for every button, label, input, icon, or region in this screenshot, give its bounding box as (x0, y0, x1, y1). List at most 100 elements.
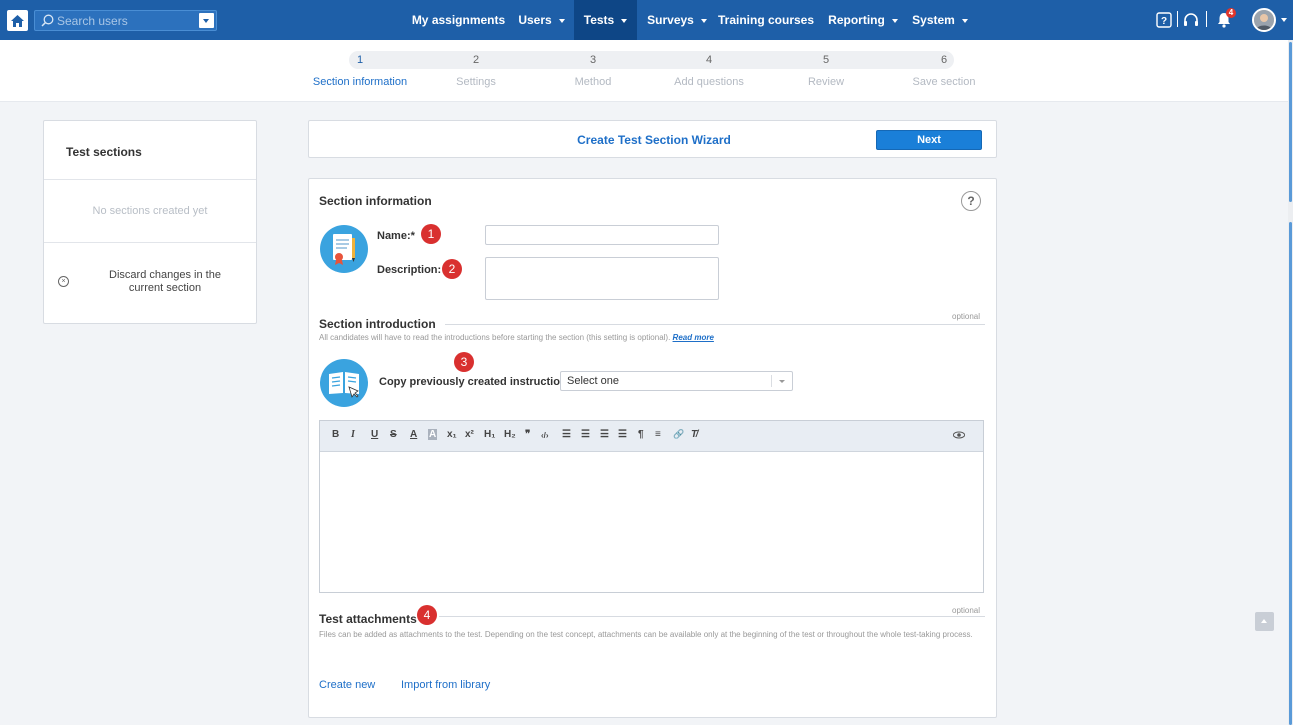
scroll-to-top-button[interactable] (1255, 612, 1274, 631)
user-photo-icon (1254, 10, 1274, 30)
indent-button[interactable]: ☰ (618, 429, 627, 440)
user-search-box (34, 10, 217, 31)
step-1-label[interactable]: Section information (313, 76, 407, 88)
copy-instructions-label: Copy previously created instructions: (379, 376, 577, 388)
import-from-library-link[interactable]: Import from library (401, 679, 490, 691)
ordered-list-button[interactable]: ☰ (562, 429, 571, 440)
create-new-link[interactable]: Create new (319, 679, 375, 691)
chevron-down-icon (961, 18, 968, 23)
section-information-heading: Section information (319, 194, 432, 208)
nav-system[interactable]: System (908, 0, 972, 40)
read-more-link[interactable]: Read more (673, 333, 714, 342)
discard-changes-link[interactable]: Discard changes in the current section (90, 269, 240, 295)
step-badge-3: 3 (454, 352, 474, 372)
nav-tests[interactable]: Tests (574, 0, 637, 40)
toolbar-divider (1206, 11, 1207, 27)
text-color-button[interactable]: A (410, 429, 417, 440)
strikethrough-button[interactable]: S (390, 429, 397, 440)
step-badge-1: 1 (421, 224, 441, 244)
nav-training-courses[interactable]: Training courses (718, 0, 814, 40)
nav-my-assignments[interactable]: My assignments (407, 0, 510, 40)
superscript-button[interactable]: x² (465, 429, 474, 440)
chevron-down-icon (621, 18, 628, 23)
editor-toolbar: B I U S A A x₁ x² H₁ H₂ ❞ ‹/› ☰ ☰ ☰ ☰ ¶ … (320, 421, 983, 452)
bullet-list-button[interactable]: ☰ (581, 429, 590, 440)
outdent-button[interactable]: ☰ (600, 429, 609, 440)
introduction-note: All candidates will have to read the int… (319, 333, 714, 342)
heading-1-button[interactable]: H₁ (484, 429, 495, 440)
notification-count-badge: 4 (1226, 8, 1236, 18)
wizard-header: Create Test Section Wizard Next (308, 120, 997, 158)
code-button[interactable]: ‹/› (541, 431, 549, 440)
blockquote-button[interactable]: ❞ (525, 429, 530, 440)
eye-icon[interactable] (953, 431, 965, 439)
step-4-label[interactable]: Add questions (674, 76, 744, 88)
divider (445, 324, 985, 325)
document-illustration-icon (320, 225, 368, 273)
optional-label: optional (952, 606, 981, 615)
book-illustration-icon (320, 359, 368, 407)
section-description-input[interactable] (485, 257, 719, 300)
step-6-label[interactable]: Save section (913, 76, 976, 88)
nav-reporting[interactable]: Reporting (823, 0, 903, 40)
scrollbar-thumb[interactable] (1289, 42, 1292, 202)
section-name-input[interactable] (485, 225, 719, 245)
link-button[interactable]: 🔗 (673, 429, 684, 440)
step-2-number: 2 (472, 54, 480, 66)
step-5-label[interactable]: Review (808, 76, 844, 88)
top-navigation-bar: My assignments Users Tests Surveys Train… (0, 0, 1293, 40)
align-button[interactable]: ≡ (655, 429, 661, 440)
step-1-number: 1 (356, 54, 364, 66)
search-filter-dropdown[interactable] (199, 13, 214, 28)
help-button[interactable]: ? (961, 191, 981, 211)
nav-users[interactable]: Users (513, 0, 570, 40)
nav-surveys[interactable]: Surveys (642, 0, 712, 40)
step-badge-2: 2 (442, 259, 462, 279)
search-input[interactable] (57, 12, 197, 29)
bold-button[interactable]: B (332, 429, 339, 440)
toolbar-divider (1177, 11, 1178, 27)
section-form-panel: Section information ? Name:* 1 Descripti… (308, 178, 997, 718)
wizard-steps: 1 2 3 4 5 6 Section information Settings… (0, 40, 1293, 102)
chevron-down-icon (558, 18, 565, 23)
chevron-down-icon (779, 380, 785, 383)
step-6-number: 6 (940, 54, 948, 66)
subscript-button[interactable]: x₁ (447, 429, 457, 440)
step-3-number: 3 (589, 54, 597, 66)
background-color-button[interactable]: A (428, 429, 438, 440)
italic-button[interactable]: I (351, 429, 355, 440)
home-button[interactable] (7, 10, 28, 31)
step-4-number: 4 (705, 54, 713, 66)
text-direction-button[interactable]: ¶ (638, 429, 644, 440)
copy-instructions-select[interactable]: Select one (560, 371, 793, 391)
rich-text-editor: B I U S A A x₁ x² H₁ H₂ ❞ ‹/› ☰ ☰ ☰ ☰ ¶ … (319, 420, 984, 593)
help-guide-icon[interactable]: ? (1156, 12, 1172, 28)
editor-content-area[interactable] (320, 452, 983, 592)
chevron-down-icon (700, 18, 707, 23)
headset-icon[interactable] (1183, 12, 1199, 28)
svg-text:?: ? (1161, 16, 1167, 27)
section-introduction-heading: Section introduction (319, 317, 436, 331)
close-circle-icon[interactable]: × (58, 276, 69, 287)
chevron-down-icon[interactable] (1281, 18, 1287, 22)
step-badge-4: 4 (417, 605, 437, 625)
name-label: Name:* (377, 230, 415, 242)
heading-2-button[interactable]: H₂ (504, 429, 516, 440)
step-2-label[interactable]: Settings (456, 76, 496, 88)
steps-track (349, 51, 954, 69)
test-attachments-heading: Test attachments (319, 612, 417, 626)
divider (44, 242, 256, 243)
no-sections-message: No sections created yet (92, 205, 208, 217)
scrollbar-thumb[interactable] (1289, 222, 1292, 725)
avatar[interactable] (1252, 8, 1276, 32)
divider (439, 616, 985, 617)
step-3-label[interactable]: Method (575, 76, 612, 88)
optional-label: optional (952, 312, 981, 321)
next-button[interactable]: Next (876, 130, 982, 150)
test-sections-panel: Test sections No sections created yet × … (43, 120, 257, 324)
step-5-number: 5 (822, 54, 830, 66)
clear-format-button[interactable]: T̸ (691, 429, 697, 440)
description-label: Description: (377, 264, 442, 276)
chevron-down-icon (891, 18, 898, 23)
underline-button[interactable]: U (371, 429, 378, 440)
